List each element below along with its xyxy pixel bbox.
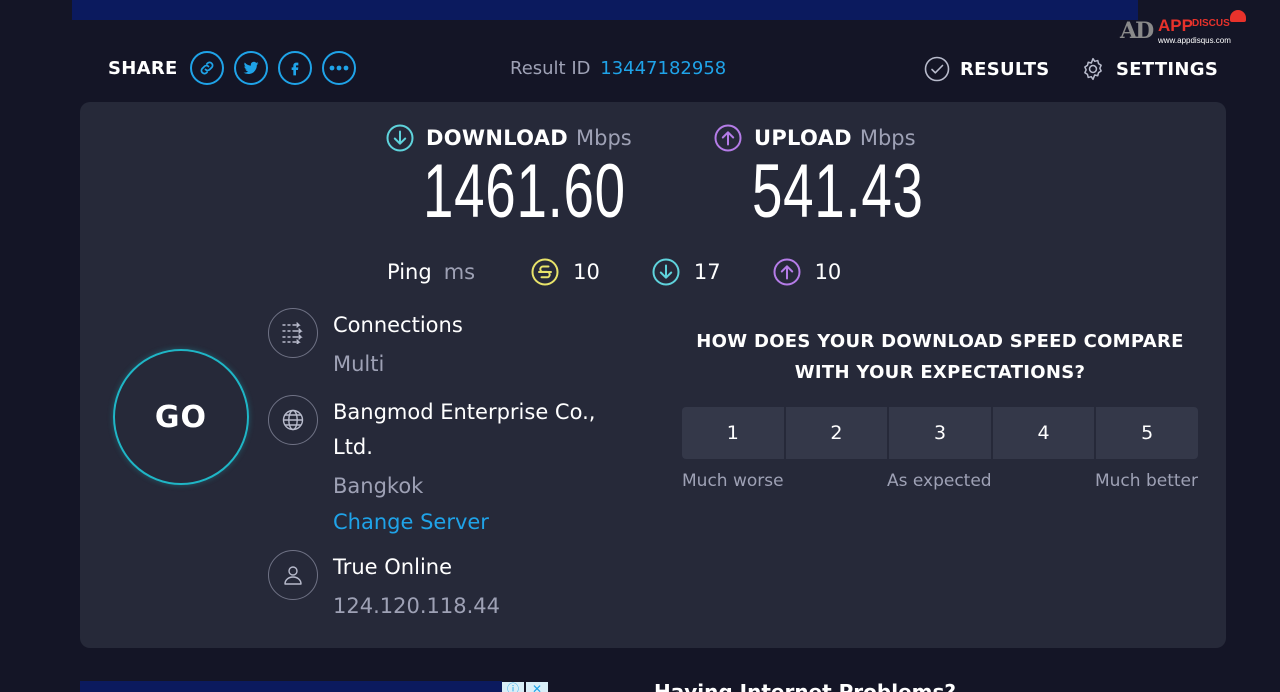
upload-label: UPLOAD bbox=[754, 126, 852, 150]
ad-controls: ⓘ ✕ bbox=[502, 682, 550, 692]
download-value: 1461.60 bbox=[423, 149, 626, 234]
ping-upload: 10 bbox=[773, 258, 841, 286]
download-metric: DOWNLOAD Mbps 1461.60 bbox=[386, 124, 705, 230]
ping-unit: ms bbox=[443, 260, 476, 284]
latency-icon bbox=[531, 258, 559, 286]
results-button[interactable]: RESULTS bbox=[924, 56, 1050, 82]
settings-button[interactable]: SETTINGS bbox=[1080, 56, 1218, 82]
upload-arrow-icon bbox=[714, 124, 742, 152]
rating-scale: 1 2 3 4 5 bbox=[682, 407, 1198, 459]
rating-option-3[interactable]: 3 bbox=[889, 407, 991, 459]
bottom-heading: Having Internet Problems? bbox=[654, 680, 956, 692]
rating-labels: Much worse As expected Much better bbox=[682, 471, 1198, 491]
change-server-link[interactable]: Change Server bbox=[333, 505, 633, 539]
more-icon[interactable] bbox=[321, 51, 356, 85]
ping-label: Ping bbox=[387, 260, 432, 284]
download-arrow-icon bbox=[386, 124, 414, 152]
isp-ip: 124.120.118.44 bbox=[333, 594, 500, 618]
ping-idle: 10 bbox=[531, 258, 600, 286]
server-location: Bangkok bbox=[333, 474, 424, 498]
go-button[interactable]: GO bbox=[113, 349, 249, 485]
result-id-link[interactable]: 13447182958 bbox=[600, 58, 726, 79]
ad-info-icon[interactable]: ⓘ bbox=[502, 682, 524, 692]
rating-option-1[interactable]: 1 bbox=[682, 407, 784, 459]
ad-close-icon[interactable]: ✕ bbox=[526, 682, 548, 692]
watermark-logo: AD APP DISCUS www.appdisqus.com bbox=[1118, 10, 1258, 46]
rating-option-4[interactable]: 4 bbox=[992, 407, 1095, 459]
download-unit: Mbps bbox=[576, 126, 632, 150]
server-name: Bangmod Enterprise Co., Ltd. bbox=[333, 400, 596, 459]
rating-option-2[interactable]: 2 bbox=[785, 407, 888, 459]
upload-unit: Mbps bbox=[859, 126, 916, 150]
rating-high-label: Much better bbox=[1094, 471, 1198, 491]
download-label: DOWNLOAD bbox=[426, 126, 569, 150]
ping-row: Ping ms 10 17 10 bbox=[387, 258, 893, 286]
connections-info: Connections Multi bbox=[268, 308, 463, 383]
isp-info: True Online 124.120.118.44 bbox=[268, 550, 500, 625]
connections-title: Connections bbox=[333, 313, 463, 337]
upload-value: 541.43 bbox=[752, 149, 924, 234]
isp-name: True Online bbox=[333, 555, 453, 579]
connections-icon bbox=[268, 308, 318, 358]
results-panel: DOWNLOAD Mbps 1461.60 UPLOAD Mbps 541.43… bbox=[80, 102, 1226, 648]
connections-value: Multi bbox=[333, 352, 385, 376]
survey-question: HOW DOES YOUR DOWNLOAD SPEED COMPARE WIT… bbox=[696, 331, 1184, 383]
link-icon[interactable] bbox=[189, 51, 224, 85]
top-ad-banner[interactable] bbox=[72, 0, 1138, 20]
bottom-ad-banner[interactable] bbox=[80, 681, 502, 692]
check-circle-icon bbox=[924, 56, 950, 82]
logo-cap-icon bbox=[1230, 10, 1246, 22]
rating-option-5[interactable]: 5 bbox=[1096, 407, 1198, 459]
twitter-icon[interactable] bbox=[233, 51, 268, 85]
globe-icon bbox=[268, 395, 318, 445]
result-id: Result ID 13447182958 bbox=[510, 58, 727, 79]
upload-metric: UPLOAD Mbps 541.43 bbox=[714, 124, 990, 230]
facebook-icon[interactable] bbox=[277, 51, 312, 85]
gear-icon bbox=[1084, 57, 1102, 81]
server-info: Bangmod Enterprise Co., Ltd. Bangkok Cha… bbox=[268, 395, 633, 539]
rating-mid-label: As expected bbox=[886, 471, 992, 491]
user-icon bbox=[268, 550, 318, 600]
download-arrow-icon bbox=[652, 258, 680, 286]
share-bar: SHARE bbox=[108, 50, 366, 86]
rating-low-label: Much worse bbox=[682, 471, 784, 491]
ping-download: 17 bbox=[652, 258, 721, 286]
share-label: SHARE bbox=[108, 57, 178, 79]
upload-arrow-icon bbox=[773, 258, 801, 286]
